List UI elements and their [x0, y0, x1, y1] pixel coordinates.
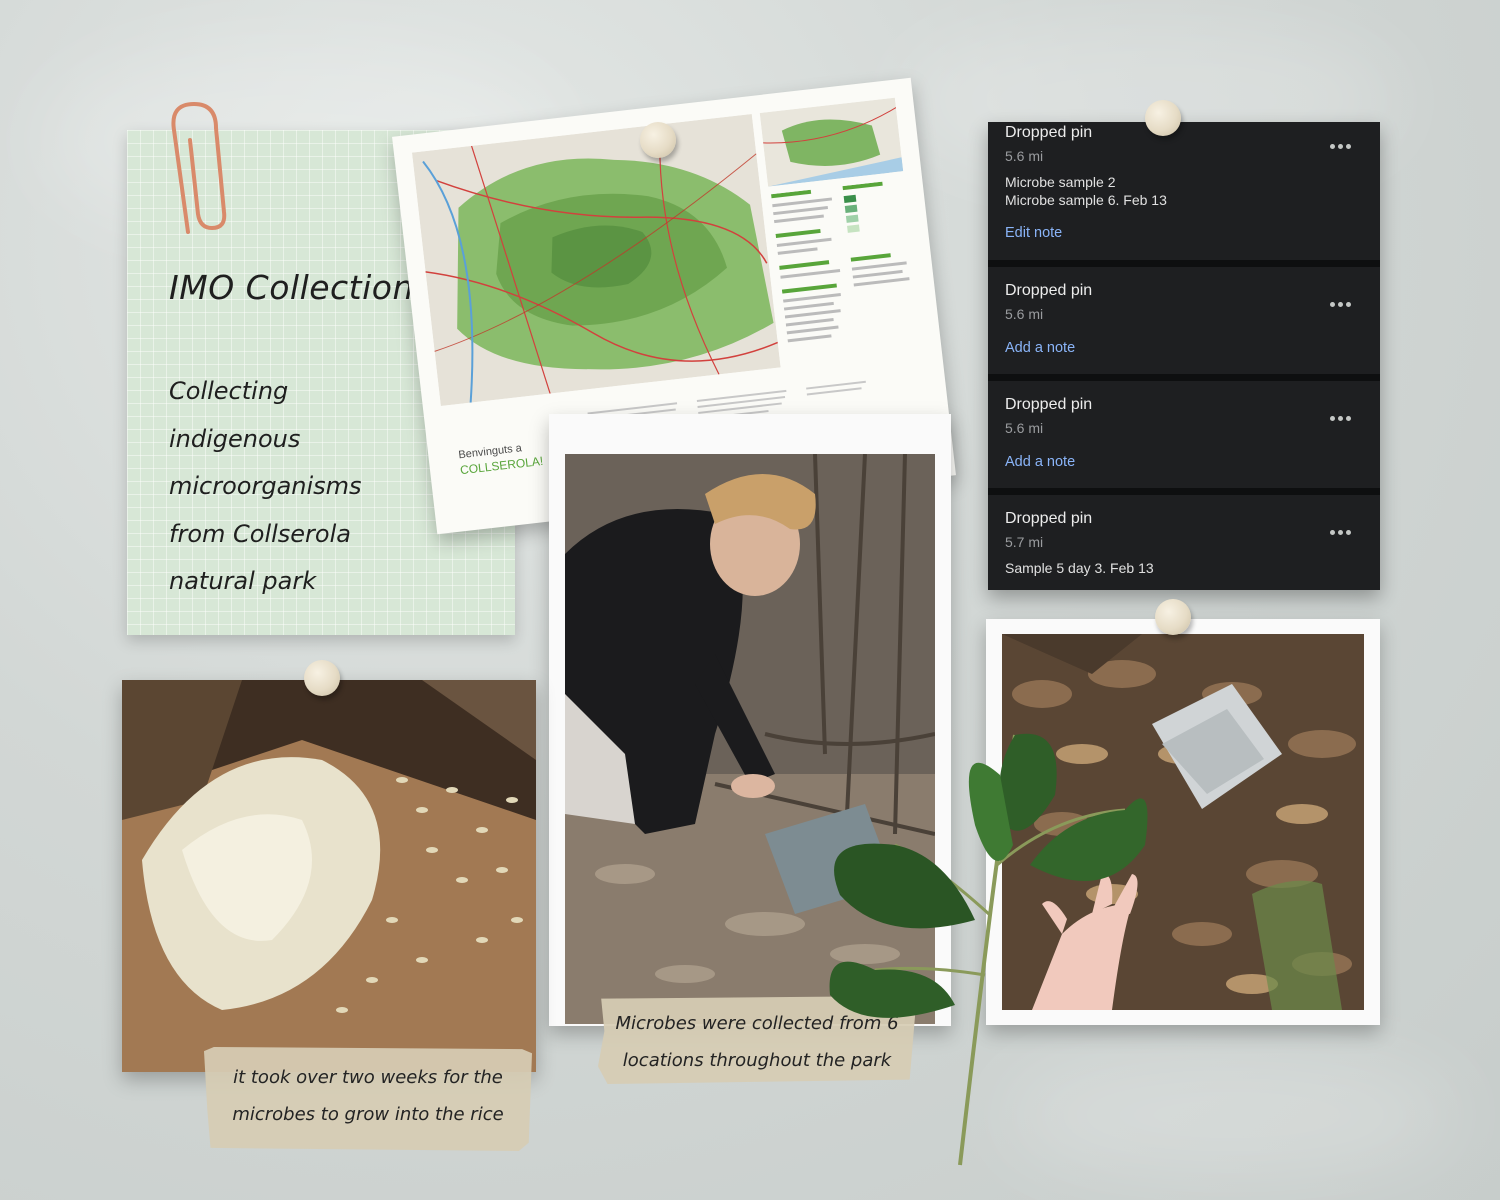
add-note-link[interactable]: Add a note: [1005, 454, 1075, 470]
pin-title: Dropped pin: [1005, 124, 1093, 141]
photo-moldy-rice: [122, 680, 536, 1072]
map-legend: [770, 181, 910, 343]
pin-distance: 5.6 mi: [1005, 148, 1044, 164]
add-note-link[interactable]: Add a note: [1005, 340, 1075, 356]
pin-note: Microbe sample 2: [1005, 174, 1116, 190]
caption-line: microbes to grow into the rice: [232, 1104, 504, 1125]
leaf-sprig-icon: [829, 733, 1148, 1166]
caption-line: it took over two weeks for the: [233, 1067, 503, 1088]
edit-note-link[interactable]: Edit note: [1005, 225, 1062, 241]
caption-rice: it took over two weeks for the microbes …: [204, 1047, 532, 1151]
park-map: [411, 113, 781, 407]
pin-note: Sample 5 day 3. Feb 13: [1005, 560, 1154, 576]
pin-title: Dropped pin: [1005, 396, 1093, 413]
note-line: natural park: [169, 567, 317, 595]
moldy-rice-image: [122, 680, 536, 1072]
note-title: IMO Collection: [169, 268, 414, 307]
push-pin-icon: [304, 660, 340, 696]
pin-card[interactable]: Dropped pin 5.7 mi Sample 5 day 3. Feb 1…: [988, 495, 1380, 590]
pin-title: Dropped pin: [1005, 510, 1093, 527]
pin-title: Dropped pin: [1005, 282, 1093, 299]
pin-distance: 5.6 mi: [1005, 420, 1044, 436]
pin-card[interactable]: Dropped pin 5.6 mi Microbe sample 2 Micr…: [988, 122, 1380, 260]
pin-distance: 5.7 mi: [1005, 534, 1044, 550]
push-pin-icon: [640, 122, 676, 158]
pin-card[interactable]: Dropped pin 5.6 mi Add a note: [988, 267, 1380, 374]
paperclip-icon: [171, 101, 227, 234]
more-options-icon[interactable]: [1330, 142, 1354, 150]
dropped-pins-panel: Dropped pin 5.6 mi Microbe sample 2 Micr…: [988, 122, 1380, 590]
push-pin-icon: [1155, 599, 1191, 635]
pin-card[interactable]: Dropped pin 5.6 mi Add a note: [988, 381, 1380, 488]
more-options-icon[interactable]: [1330, 528, 1354, 536]
more-options-icon[interactable]: [1330, 414, 1354, 422]
inset-map: [759, 97, 904, 187]
pin-note: Microbe sample 6. Feb 13: [1005, 192, 1167, 208]
push-pin-icon: [1145, 100, 1181, 136]
more-options-icon[interactable]: [1330, 300, 1354, 308]
pin-distance: 5.6 mi: [1005, 306, 1044, 322]
